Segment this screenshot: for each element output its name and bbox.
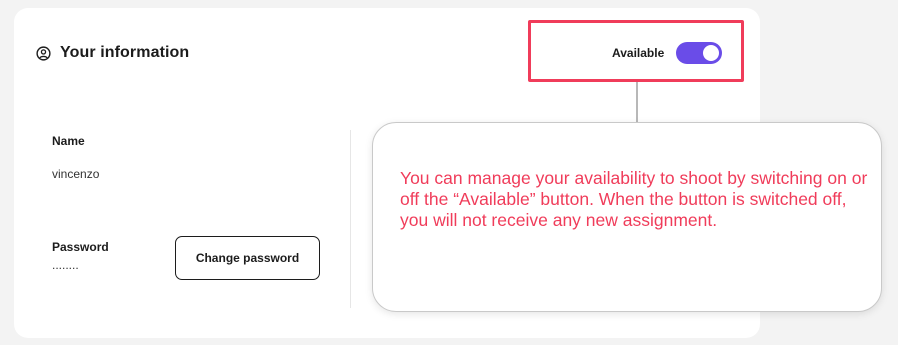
password-label: Password	[52, 240, 109, 254]
password-value: ........	[52, 258, 79, 272]
card-title: Your information	[60, 44, 190, 61]
column-divider	[350, 130, 351, 308]
card-header: Your information	[36, 44, 189, 62]
user-circle-icon	[36, 45, 51, 61]
availability-toggle[interactable]	[676, 42, 722, 64]
name-label: Name	[52, 134, 85, 148]
tooltip-text: You can manage your availability to shoo…	[400, 168, 868, 230]
tooltip-connector-line	[636, 82, 638, 124]
availability-tooltip: You can manage your availability to shoo…	[372, 122, 882, 312]
availability-label: Available	[612, 46, 665, 60]
change-password-button[interactable]: Change password	[175, 236, 320, 280]
toggle-knob	[703, 45, 719, 61]
name-value: vincenzo	[52, 167, 100, 181]
